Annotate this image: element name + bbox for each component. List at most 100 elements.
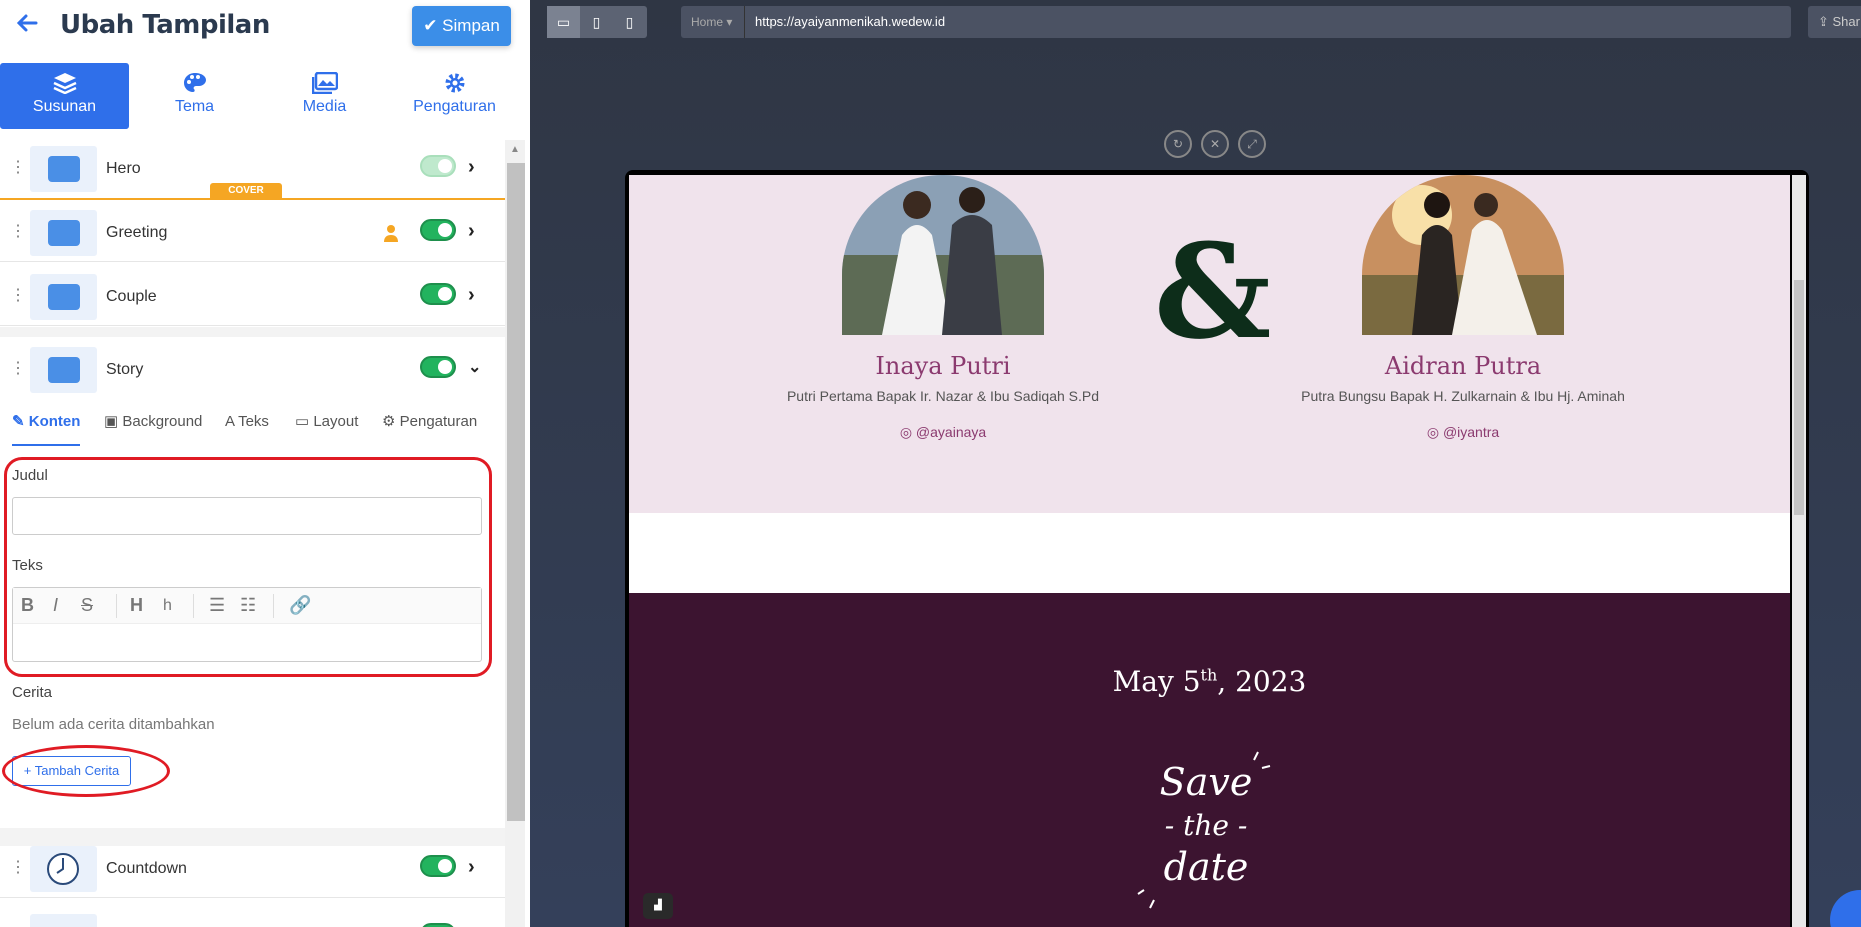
section-toggle[interactable]: [420, 155, 456, 177]
images-icon: [311, 72, 338, 94]
section-toggle[interactable]: [420, 923, 456, 927]
layers-icon: [52, 73, 77, 94]
groom-instagram[interactable]: ◎ @iyantra: [1263, 424, 1663, 441]
story-tab-layout[interactable]: ▭ Layout: [295, 412, 358, 446]
drag-handle-icon[interactable]: ⋮: [10, 288, 26, 304]
couple-thumbnail-icon: [30, 274, 97, 320]
tab-susunan[interactable]: Susunan: [0, 63, 129, 129]
highlight-annotation-box: [4, 457, 492, 677]
chat-bubble-icon[interactable]: [1830, 890, 1861, 927]
tab-pengaturan[interactable]: Pengaturan: [390, 63, 519, 129]
bride-instagram[interactable]: ◎ @ayainaya: [743, 424, 1143, 441]
refresh-icon[interactable]: ↻: [1164, 130, 1192, 158]
section-label: Countdown: [106, 860, 187, 877]
the-word: - the -: [1165, 809, 1248, 842]
drag-handle-icon[interactable]: ⋮: [10, 361, 26, 377]
hero-thumbnail-icon: [30, 146, 97, 192]
invitation-preview: & Inaya Putri Putri Pertama Bapak Ir. Na…: [629, 175, 1790, 927]
app: Ubah Tampilan ✔ Simpan Susunan Tema Medi…: [0, 0, 1861, 927]
date-word: date: [1164, 845, 1249, 889]
desktop-icon[interactable]: ▭: [547, 6, 580, 38]
section-label: Couple: [106, 288, 157, 305]
event-date: May 5th, 2023: [1112, 665, 1307, 698]
tab-media[interactable]: Media: [260, 63, 389, 129]
expand-icon[interactable]: ⤢: [1238, 130, 1266, 158]
mute-icon[interactable]: ✕: [1201, 130, 1229, 158]
person-icon: [384, 225, 398, 242]
preview-scrollbar-thumb[interactable]: [1794, 280, 1804, 515]
greeting-thumbnail-icon: [30, 210, 97, 256]
story-tabs: ✎ Konten ▣ Background A Teks ▭ Layout ⚙ …: [10, 412, 500, 446]
gear-icon: [445, 73, 464, 93]
editor-panel: Ubah Tampilan ✔ Simpan Susunan Tema Medi…: [0, 0, 530, 927]
section-toggle[interactable]: [420, 219, 456, 241]
scroll-up-icon[interactable]: ▲: [508, 144, 522, 156]
page-select[interactable]: Home ▾: [681, 6, 745, 38]
panel-header: Ubah Tampilan ✔ Simpan: [0, 0, 530, 56]
drag-handle-icon[interactable]: ⋮: [10, 860, 26, 876]
main-tabs: Susunan Tema Media Pengaturan: [0, 63, 520, 129]
groom-name: Aidran Putra: [1384, 352, 1542, 380]
save-the-date-graphic: Save - the - date: [1137, 751, 1271, 909]
tab-label: Media: [302, 98, 347, 115]
chevron-right-icon[interactable]: ›: [468, 156, 475, 179]
ampersand: &: [1154, 215, 1272, 368]
section-label: Hero: [106, 160, 141, 177]
chevron-right-icon[interactable]: ›: [468, 220, 475, 243]
section-toggle[interactable]: [420, 855, 456, 877]
drag-handle-icon[interactable]: ⋮: [10, 160, 26, 176]
story-tab-teks[interactable]: A Teks: [225, 412, 269, 446]
cover-divider: [0, 198, 505, 200]
panel-scrollbar-thumb[interactable]: [507, 163, 525, 821]
url-bar: Home ▾ https://ayaiyanmenikah.wedew.id: [681, 6, 1791, 38]
save-word: Save: [1160, 760, 1253, 804]
chevron-down-icon[interactable]: ⌄: [468, 357, 481, 377]
share-button[interactable]: ⇪ Shar: [1808, 6, 1861, 38]
clock-icon: [30, 846, 97, 892]
section-row-couple[interactable]: ⋮ Couple ›: [0, 268, 505, 326]
chevron-right-icon[interactable]: ›: [468, 284, 475, 307]
drag-handle-icon[interactable]: ⋮: [10, 224, 26, 240]
back-arrow-icon[interactable]: [14, 10, 44, 40]
couple-section: & Inaya Putri Putri Pertama Bapak Ir. Na…: [629, 175, 1790, 513]
section-label: Greeting: [106, 224, 168, 241]
chevron-right-icon[interactable]: ›: [468, 856, 475, 879]
tab-label: Susunan: [32, 98, 97, 115]
story-tab-konten[interactable]: ✎ Konten: [12, 412, 81, 446]
section-row-greeting[interactable]: ⋮ Greeting ›: [0, 204, 505, 262]
save-button[interactable]: ✔ Simpan: [412, 6, 511, 46]
mobile-icon[interactable]: ▯: [613, 6, 646, 38]
url-text[interactable]: https://ayaiyanmenikah.wedew.id: [755, 6, 945, 38]
instagram-icon: ◎: [899, 424, 913, 440]
groom-parents: Putra Bungsu Bapak H. Zulkarnain & Ibu H…: [1301, 388, 1625, 404]
page-title: Ubah Tampilan: [60, 10, 270, 40]
section-gap: [0, 327, 505, 337]
story-thumbnail-icon: [30, 347, 97, 393]
section-toggle[interactable]: [420, 356, 456, 378]
chart-icon[interactable]: ▟: [643, 893, 673, 919]
section-toggle[interactable]: [420, 283, 456, 305]
next-thumbnail-icon: [30, 914, 97, 927]
groom-photo: [1362, 175, 1564, 335]
story-tab-pengaturan[interactable]: ⚙ Pengaturan: [382, 412, 477, 446]
device-switcher: ▭ ▯ ▯: [547, 6, 647, 38]
bride-name: Inaya Putri: [875, 352, 1011, 380]
check-icon: ✔: [423, 16, 438, 35]
palette-icon: [183, 73, 206, 92]
bride-parents: Putri Pertama Bapak Ir. Nazar & Ibu Sadi…: [786, 388, 1100, 404]
section-row-countdown[interactable]: ⋮ Countdown ›: [0, 840, 505, 898]
cover-badge: COVER: [210, 183, 282, 199]
bride-photo: [842, 175, 1044, 335]
tab-tema[interactable]: Tema: [130, 63, 259, 129]
tab-label: Pengaturan: [413, 98, 496, 115]
highlight-annotation-oval: [2, 745, 170, 797]
section-row-next[interactable]: ⋮: [0, 908, 505, 927]
story-tab-background[interactable]: ▣ Background: [104, 412, 202, 446]
save-label: Simpan: [442, 16, 500, 35]
section-row-story[interactable]: ⋮ Story ⌄: [0, 341, 505, 399]
tab-label: Tema: [174, 98, 215, 115]
section-label: Story: [106, 361, 144, 378]
empty-story-text: Belum ada cerita ditambahkan: [12, 716, 215, 733]
preview-area: ▭ ▯ ▯ Home ▾ https://ayaiyanmenikah.wede…: [530, 0, 1861, 927]
tablet-icon[interactable]: ▯: [580, 6, 613, 38]
